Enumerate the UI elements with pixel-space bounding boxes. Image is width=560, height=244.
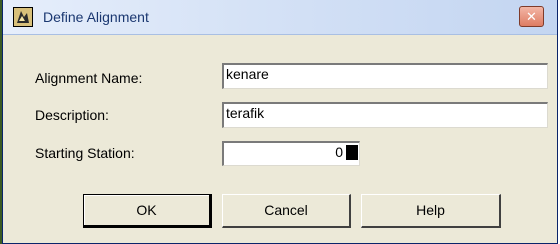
- close-icon[interactable]: ✕: [519, 6, 544, 27]
- text-cursor: [346, 145, 358, 160]
- alignment-name-value: kenare: [226, 66, 269, 82]
- starting-station-label: Starting Station:: [35, 145, 135, 161]
- ok-button[interactable]: OK: [83, 194, 212, 228]
- starting-station-value: 0: [335, 144, 343, 160]
- cancel-button[interactable]: Cancel: [222, 194, 351, 228]
- alignment-name-input[interactable]: kenare: [222, 63, 548, 89]
- window-title: Define Alignment: [43, 9, 149, 25]
- app-icon: [13, 7, 33, 27]
- starting-station-input[interactable]: 0: [222, 141, 360, 166]
- define-alignment-dialog: Define Alignment ✕ Alignment Name: kenar…: [2, 0, 558, 244]
- alignment-name-label: Alignment Name:: [35, 70, 143, 86]
- description-label: Description:: [35, 107, 109, 123]
- description-input[interactable]: terafik: [222, 102, 548, 128]
- title-bar[interactable]: Define Alignment ✕: [3, 0, 557, 35]
- help-button[interactable]: Help: [361, 194, 501, 228]
- description-value: terafik: [226, 105, 265, 121]
